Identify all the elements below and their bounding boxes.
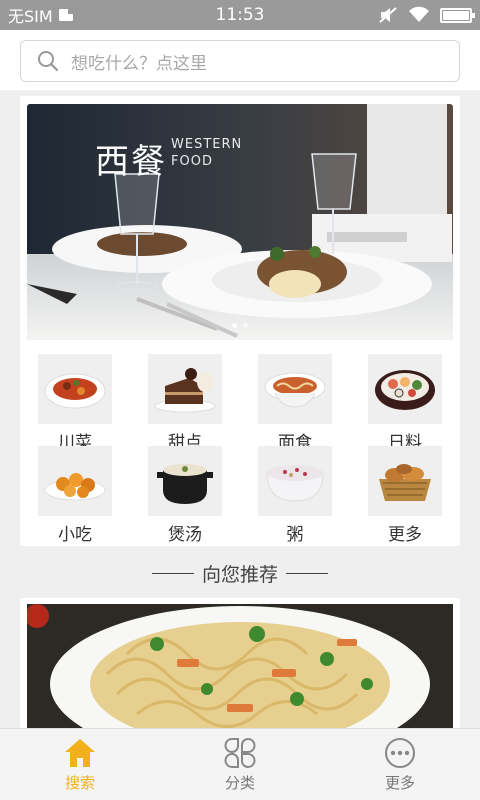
- wifi-icon: [409, 6, 429, 22]
- category-item-more[interactable]: 更多: [368, 446, 442, 545]
- divider-right: [286, 572, 328, 574]
- home-card: 西餐 WESTERN FOOD 川菜 甜点 面食 日料 小吃 煲汤 粥 更多: [20, 96, 460, 546]
- category-item-dessert[interactable]: 甜点: [148, 354, 222, 453]
- nav-label: 更多: [384, 773, 415, 792]
- dessert-icon: [154, 368, 216, 413]
- category-item-porridge[interactable]: 粥: [258, 446, 332, 545]
- home-icon: [65, 738, 95, 767]
- category-item-noodles[interactable]: 面食: [258, 354, 332, 453]
- search-icon: [38, 51, 59, 72]
- more-food-icon: [379, 464, 431, 501]
- nav-label: 搜索: [64, 773, 95, 792]
- status-right: [378, 6, 475, 24]
- recommend-image: [27, 604, 453, 728]
- soup-pot-icon: [157, 464, 213, 504]
- category-label: 粥: [286, 525, 304, 545]
- more-icon: [385, 737, 415, 768]
- section-title: 向您推荐: [201, 563, 278, 586]
- japanese-food-icon: [375, 370, 435, 410]
- category-label: 更多: [388, 525, 422, 545]
- snack-icon: [44, 473, 106, 501]
- carousel-dot[interactable]: [232, 323, 237, 328]
- banner-subtitle: WESTERN FOOD: [171, 136, 242, 170]
- banner-title: 西餐: [95, 142, 167, 182]
- noodle-dish-image: [27, 604, 453, 728]
- banner-subtitle-line1: WESTERN: [171, 137, 243, 152]
- search-placeholder: 想吃什么？点这里: [71, 53, 207, 74]
- category-item-japanese[interactable]: 日料: [368, 354, 442, 453]
- recommend-section-title: 向您推荐: [0, 558, 480, 588]
- nav-label: 分类: [224, 773, 255, 792]
- category-icon: [224, 737, 256, 768]
- sichuan-dish-icon: [44, 373, 106, 409]
- banner-carousel[interactable]: 西餐 WESTERN FOOD: [27, 104, 453, 340]
- category-label: 煲汤: [168, 525, 202, 545]
- status-bar: 无SIM 11:53: [0, 0, 480, 30]
- nav-tab-category[interactable]: 分类: [160, 729, 320, 800]
- carousel-dot[interactable]: [243, 323, 248, 328]
- banner-subtitle-line2: FOOD: [171, 154, 213, 169]
- battery-icon: [440, 7, 475, 23]
- noodles-icon: [264, 372, 326, 408]
- carousel-indicator: [27, 323, 453, 328]
- bottom-nav: 搜索 分类 更多: [0, 728, 480, 800]
- recommend-card[interactable]: [20, 598, 460, 728]
- divider-left: [151, 572, 194, 574]
- category-item-sichuan[interactable]: 川菜: [38, 354, 112, 453]
- nav-tab-search[interactable]: 搜索: [0, 729, 160, 800]
- mute-icon: [379, 7, 397, 23]
- search-bar: 想吃什么？点这里: [0, 30, 480, 90]
- porridge-icon: [266, 465, 324, 502]
- category-label: 小吃: [58, 525, 92, 545]
- search-input[interactable]: 想吃什么？点这里: [20, 40, 460, 82]
- category-item-soup[interactable]: 煲汤: [148, 446, 222, 545]
- nav-tab-more[interactable]: 更多: [320, 729, 480, 800]
- category-item-snack[interactable]: 小吃: [38, 446, 112, 545]
